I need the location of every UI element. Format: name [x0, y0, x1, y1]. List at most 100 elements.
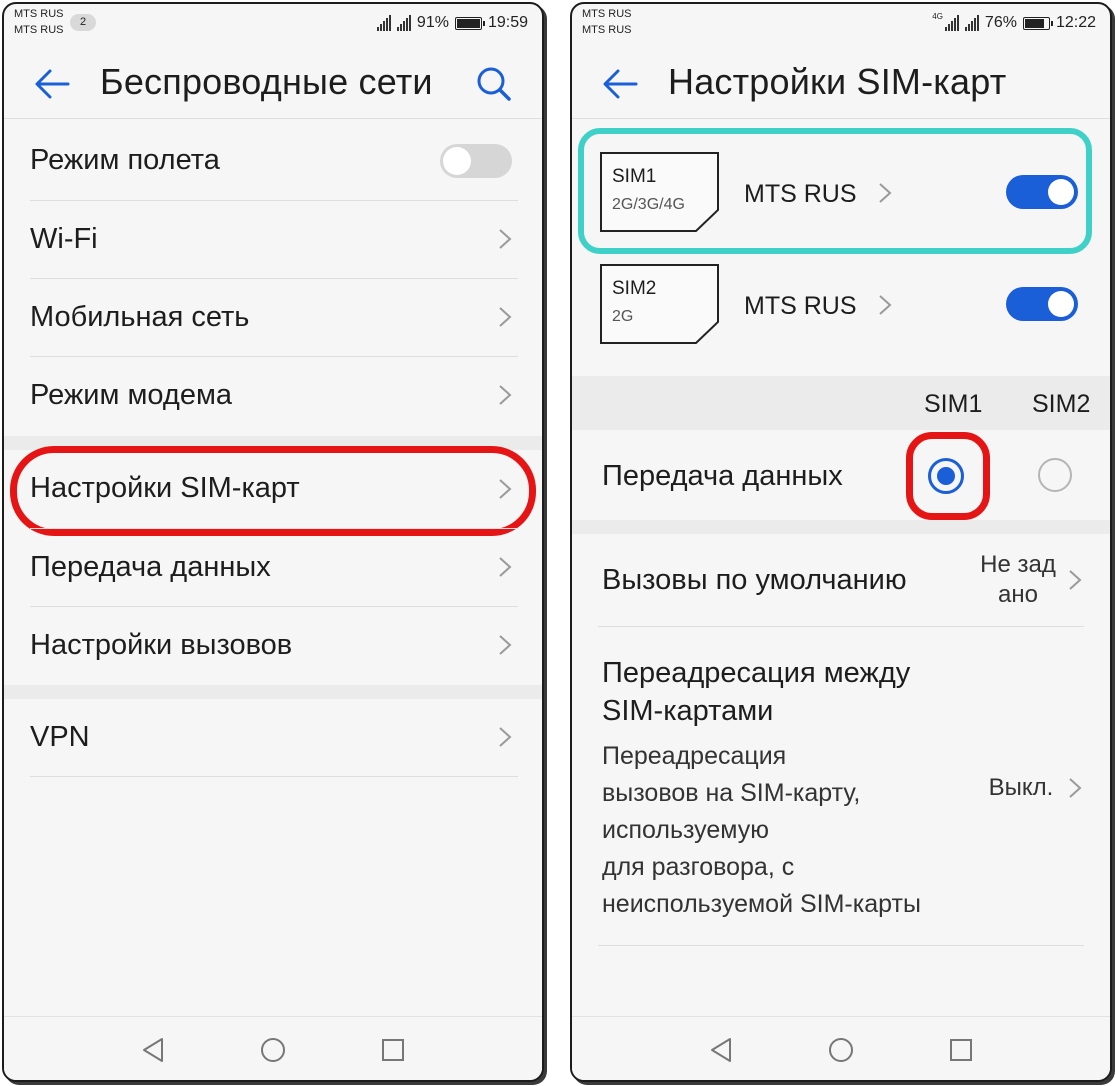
- signal-icon: [396, 15, 411, 31]
- forwarding-title-line1: Переадресация между: [602, 657, 911, 689]
- list-item-tethering[interactable]: Режим модема: [4, 357, 542, 434]
- forwarding-title-line2: SIM-картами: [602, 695, 774, 727]
- signal-icon: [944, 15, 959, 31]
- navigation-bar: [4, 1016, 542, 1080]
- section-separator: [4, 685, 542, 699]
- clock: 12:22: [1055, 14, 1096, 31]
- sim-name: SIM2: [612, 278, 657, 299]
- list-item-label: Режим полета: [30, 144, 220, 176]
- nav-recents-icon[interactable]: [378, 1035, 408, 1065]
- list-item-default-calls[interactable]: Вызовы по умолчанию Не зад ано: [572, 534, 1110, 626]
- forwarding-description: Переадресация вызовов на SIM-карту, испо…: [602, 738, 921, 923]
- list-item-vpn[interactable]: VPN: [4, 699, 542, 776]
- chevron-right-icon: [498, 726, 512, 748]
- back-arrow-icon[interactable]: [600, 66, 640, 102]
- divider: [572, 118, 1110, 119]
- chevron-right-icon: [498, 384, 512, 406]
- navigation-bar: [572, 1016, 1110, 1080]
- list-item-label: Настройки вызовов: [30, 629, 293, 661]
- status-right: 4G 76% 12:22: [932, 13, 1096, 33]
- airplane-mode-toggle[interactable]: [440, 144, 512, 178]
- forwarding-value: Выкл.: [988, 774, 1054, 801]
- list-item-label: Режим модема: [30, 379, 233, 411]
- chevron-right-icon: [498, 306, 512, 328]
- nav-recents-icon[interactable]: [946, 1035, 976, 1065]
- section-separator: [572, 520, 1110, 534]
- forwarding-desc-line: неиспользуемой SIM-карты: [602, 890, 921, 918]
- column-header-sim1: SIM1: [924, 390, 983, 418]
- toggle-knob: [1048, 179, 1074, 205]
- status-bar: MTS RUS MTS RUS 4G 76% 12:22: [572, 4, 1110, 44]
- screen-sim-settings: MTS RUS MTS RUS 4G 76% 12:22 Настройки S…: [570, 2, 1112, 1082]
- nav-home-icon[interactable]: [826, 1035, 856, 1065]
- divider: [30, 776, 518, 777]
- operator-2-label: MTS RUS: [582, 24, 632, 36]
- forwarding-desc-line: Переадресация: [602, 742, 787, 770]
- operator-1-label: MTS RUS: [582, 8, 632, 20]
- data-transfer-sim1-radio[interactable]: [928, 458, 964, 494]
- sim-card-icon: SIM1 2G/3G/4G: [600, 152, 720, 232]
- list-item-call-settings[interactable]: Настройки вызовов: [4, 607, 542, 684]
- screen-wireless-networks: MTS RUS MTS RUS 2 91% 19:59 Беспроводные…: [2, 2, 544, 1082]
- column-header-sim2: SIM2: [1032, 390, 1091, 418]
- sim1-toggle[interactable]: [1006, 175, 1078, 209]
- list-item-data-transfer[interactable]: Передача данных: [4, 529, 542, 606]
- list-item-mobile-network[interactable]: Мобильная сеть: [4, 279, 542, 356]
- divider: [598, 945, 1084, 946]
- search-icon[interactable]: [474, 64, 514, 104]
- forwarding-desc-line: используемую: [602, 816, 769, 844]
- list-item-label: Мобильная сеть: [30, 301, 250, 333]
- signal-icon: [376, 15, 391, 31]
- default-calls-value-line1: Не зад: [980, 551, 1056, 578]
- title-bar: Настройки SIM-карт: [572, 52, 1110, 118]
- toggle-knob: [443, 147, 471, 175]
- network-type-label: 4G: [932, 12, 943, 21]
- data-transfer-sim2-radio[interactable]: [1038, 458, 1072, 492]
- battery-percent: 76%: [984, 14, 1017, 31]
- column-header-band: [572, 376, 1110, 430]
- section-separator: [4, 436, 542, 450]
- clock: 19:59: [487, 14, 528, 31]
- chevron-right-icon: [498, 478, 512, 500]
- nav-back-icon[interactable]: [706, 1035, 736, 1065]
- data-transfer-label: Передача данных: [602, 460, 843, 492]
- chevron-right-icon: [498, 634, 512, 656]
- battery-icon: [454, 16, 485, 30]
- radio-dot: [937, 467, 955, 485]
- default-calls-label: Вызовы по умолчанию: [602, 564, 907, 596]
- list-item-label: Wi-Fi: [30, 223, 98, 255]
- page-title: Настройки SIM-карт: [668, 61, 1007, 102]
- sim-network: 2G/3G/4G: [612, 196, 685, 213]
- title-bar: Беспроводные сети: [4, 52, 542, 118]
- list-item-label: Передача данных: [30, 551, 271, 583]
- operator-2-label: MTS RUS: [14, 24, 64, 36]
- chevron-right-icon: [878, 294, 892, 316]
- back-arrow-icon[interactable]: [32, 66, 72, 102]
- chevron-right-icon: [498, 228, 512, 250]
- toggle-knob: [1048, 291, 1074, 317]
- default-calls-value-line2: ано: [998, 581, 1038, 608]
- status-right: 91% 19:59: [376, 13, 528, 33]
- sim-name: SIM1: [612, 166, 657, 187]
- sim1-operator[interactable]: MTS RUS: [744, 180, 857, 209]
- battery-icon: [1022, 16, 1053, 30]
- page-title: Беспроводные сети: [100, 61, 433, 102]
- chevron-right-icon: [878, 182, 892, 204]
- battery-percent: 91%: [416, 14, 449, 31]
- list-item-sim-settings[interactable]: Настройки SIM-карт: [4, 450, 542, 530]
- chevron-right-icon: [1068, 569, 1082, 591]
- list-item-wifi[interactable]: Wi-Fi: [4, 201, 542, 278]
- notification-count-badge: 2: [70, 14, 96, 31]
- signal-icon: [964, 15, 979, 31]
- sim2-operator[interactable]: MTS RUS: [744, 292, 857, 321]
- list-item-label: VPN: [30, 721, 90, 753]
- sim-network: 2G: [612, 308, 634, 325]
- operator-1-label: MTS RUS: [14, 8, 64, 20]
- nav-home-icon[interactable]: [258, 1035, 288, 1065]
- forwarding-desc-line: для разговора, с: [602, 853, 795, 881]
- forwarding-desc-line: вызовов на SIM-карту,: [602, 779, 861, 807]
- sim2-toggle[interactable]: [1006, 287, 1078, 321]
- sim-card-icon: SIM2 2G: [600, 264, 720, 344]
- nav-back-icon[interactable]: [138, 1035, 168, 1065]
- chevron-right-icon: [1068, 777, 1082, 799]
